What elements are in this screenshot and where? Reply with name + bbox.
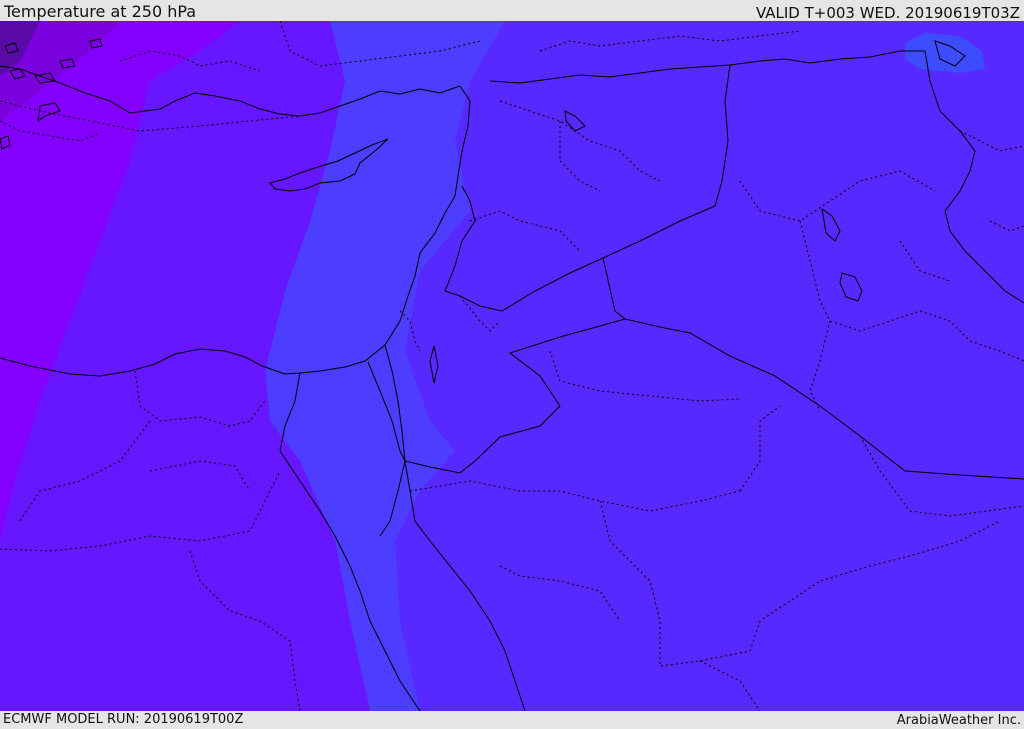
weather-map-frame: Temperature at 250 hPa VALID T+003 WED. … <box>0 0 1024 729</box>
footer-bar: ECMWF MODEL RUN: 20190619T00Z ArabiaWeat… <box>0 711 1024 729</box>
map-title: Temperature at 250 hPa <box>4 2 197 21</box>
temperature-map[interactable] <box>0 21 1024 711</box>
valid-time-label: VALID T+003 WED. 20190619T03Z <box>755 4 1020 22</box>
model-run-label: ECMWF MODEL RUN: 20190619T00Z <box>3 712 244 727</box>
header-bar: Temperature at 250 hPa VALID T+003 WED. … <box>0 0 1024 22</box>
credit-label: ArabiaWeather Inc. <box>896 713 1021 728</box>
map-canvas <box>0 21 1024 711</box>
